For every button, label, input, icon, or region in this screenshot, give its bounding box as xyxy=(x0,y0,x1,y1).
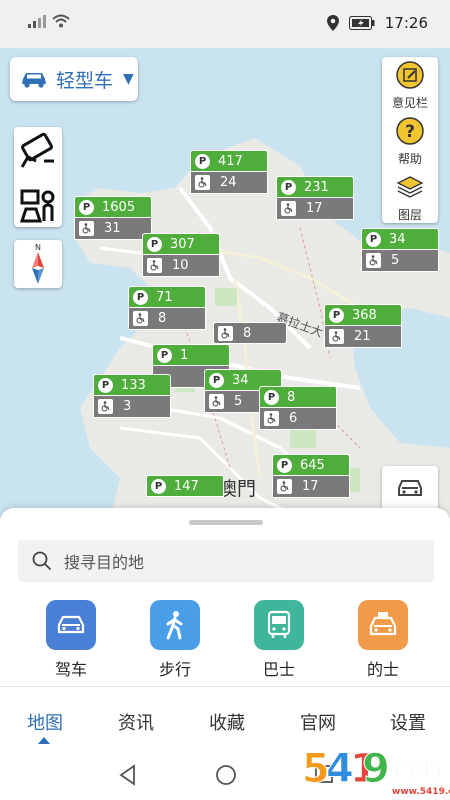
site-watermark-logo: 5 4 1 9 手游网 www.5419.cn xyxy=(302,746,450,798)
parking-marker[interactable]: P 71 8 xyxy=(128,286,206,330)
search-icon xyxy=(32,551,52,571)
parking-icon: P xyxy=(98,377,113,393)
location-pin-icon xyxy=(326,15,339,31)
car-icon xyxy=(22,73,46,88)
cellular-signal-icon xyxy=(28,15,46,28)
active-tab-indicator xyxy=(38,737,50,744)
parking-marker[interactable]: P8 6 xyxy=(259,386,337,430)
svg-text:?: ? xyxy=(405,122,415,142)
vehicle-mode-button[interactable] xyxy=(382,466,438,510)
status-right: 17:26 xyxy=(326,14,428,32)
mode-walk[interactable]: 步行 xyxy=(130,600,220,680)
chevron-down-icon: ▼ xyxy=(123,71,134,87)
parking-icon: P xyxy=(329,307,344,323)
search-input[interactable]: 搜寻目的地 xyxy=(18,540,434,582)
layers-button[interactable]: 图层 xyxy=(382,169,438,223)
parking-marker[interactable]: P 147 xyxy=(146,475,224,497)
feedback-button[interactable]: 意见栏 xyxy=(382,57,438,111)
compass-button[interactable]: N xyxy=(14,240,62,288)
home-icon[interactable] xyxy=(215,764,237,786)
mode-label: 驾车 xyxy=(54,660,87,679)
tab-official-site[interactable]: 官网 xyxy=(283,709,353,735)
mode-label: 的士 xyxy=(366,660,399,679)
wheelchair-icon xyxy=(209,394,224,409)
parking-icon: P xyxy=(79,199,94,215)
svg-text:9: 9 xyxy=(362,746,390,792)
parking-icon: P xyxy=(147,236,162,252)
wheelchair-icon xyxy=(277,479,292,494)
mode-label: 步行 xyxy=(158,660,191,679)
bus-icon xyxy=(254,600,304,650)
parking-icon: P xyxy=(277,457,292,473)
compass-icon: N xyxy=(32,243,44,284)
walk-icon xyxy=(150,600,200,650)
svg-text:手游网: 手游网 xyxy=(388,759,442,781)
parking-icon: P xyxy=(281,179,296,195)
edit-note-icon xyxy=(396,61,424,89)
wheelchair-icon xyxy=(195,175,210,190)
sheet-drag-handle[interactable] xyxy=(189,520,263,525)
wheelchair-icon xyxy=(329,329,344,344)
tab-favorites[interactable]: 收藏 xyxy=(192,709,262,735)
parking-marker[interactable]: P 417 24 xyxy=(190,150,268,194)
parking-icon: P xyxy=(209,372,224,388)
wheelchair-icon xyxy=(133,311,148,326)
parking-icon: P xyxy=(157,347,172,363)
help-label: 帮助 xyxy=(397,152,422,166)
parking-marker[interactable]: P 645 17 xyxy=(272,454,350,498)
map-filter-tools xyxy=(14,127,62,227)
parking-icon: P xyxy=(264,389,279,405)
svg-text:www.5419.cn: www.5419.cn xyxy=(392,787,450,797)
parking-marker[interactable]: P 34 5 xyxy=(361,228,439,272)
parking-icon: P xyxy=(366,231,381,247)
parking-marker[interactable]: P 1605 31 xyxy=(74,196,152,240)
battery-icon xyxy=(348,16,375,30)
tab-map[interactable]: 地图 xyxy=(10,709,80,735)
parking-marker[interactable]: P 307 10 xyxy=(142,233,220,277)
help-button[interactable]: ? 帮助 xyxy=(382,113,438,167)
vehicle-type-label: 轻型车 xyxy=(56,69,114,92)
wheelchair-icon xyxy=(264,411,279,426)
parking-marker[interactable]: 8 xyxy=(213,322,287,344)
parking-service-icon[interactable] xyxy=(14,181,62,229)
wheelchair-icon xyxy=(218,325,233,341)
taxi-icon xyxy=(358,600,408,650)
layers-icon xyxy=(396,176,424,198)
parking-icon: P xyxy=(195,153,210,169)
status-time: 17:26 xyxy=(384,14,428,32)
wheelchair-icon xyxy=(79,221,94,236)
svg-text:N: N xyxy=(35,243,41,252)
wheelchair-icon xyxy=(147,258,162,273)
parking-marker[interactable]: P 368 21 xyxy=(324,304,402,348)
car-outline-icon xyxy=(398,480,422,496)
parking-icon: P xyxy=(133,289,148,305)
mode-taxi[interactable]: 的士 xyxy=(338,600,428,680)
help-icon: ? xyxy=(396,117,424,145)
traffic-camera-icon[interactable] xyxy=(14,127,62,175)
layers-label: 图层 xyxy=(397,208,422,222)
wifi-icon xyxy=(52,14,70,28)
parking-marker[interactable]: P 231 17 xyxy=(276,176,354,220)
bottom-sheet: 搜寻目的地 驾车 步行 巴士 的士 地图 资讯 收藏 官网 设置 xyxy=(0,508,450,748)
wheelchair-icon xyxy=(281,201,296,216)
mode-drive[interactable]: 驾车 xyxy=(26,600,116,680)
status-bar: 17:26 xyxy=(0,0,450,48)
tab-settings[interactable]: 设置 xyxy=(373,709,443,735)
travel-modes: 驾车 步行 巴士 的士 xyxy=(0,600,450,680)
vehicle-type-selector[interactable]: 轻型车 ▼ xyxy=(10,57,138,101)
back-icon[interactable] xyxy=(118,764,138,786)
mode-label: 巴士 xyxy=(262,660,295,679)
mode-bus[interactable]: 巴士 xyxy=(234,600,324,680)
search-placeholder: 搜寻目的地 xyxy=(64,553,145,572)
map-toolbar: 意见栏 ? 帮助 图层 xyxy=(382,57,438,223)
tab-news[interactable]: 资讯 xyxy=(101,709,171,735)
parking-icon: P xyxy=(151,478,166,494)
wheelchair-icon xyxy=(98,399,113,414)
feedback-label: 意见栏 xyxy=(391,96,428,110)
parking-marker[interactable]: P 133 3 xyxy=(93,374,171,418)
car-icon xyxy=(46,600,96,650)
wheelchair-icon xyxy=(366,253,381,268)
status-left xyxy=(28,14,70,28)
